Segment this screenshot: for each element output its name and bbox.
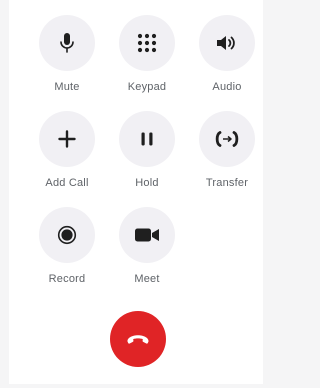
meet-control: Meet xyxy=(107,207,187,286)
audio-control: Audio xyxy=(187,15,267,94)
hang-up-icon xyxy=(125,333,151,345)
record-label: Record xyxy=(48,273,86,285)
microphone-icon xyxy=(57,32,77,54)
audio-label: Audio xyxy=(212,81,242,93)
add-call-label: Add Call xyxy=(45,177,89,189)
hold-label: Hold xyxy=(135,177,159,189)
transfer-icon xyxy=(214,130,240,148)
add-call-control: Add Call xyxy=(27,111,107,190)
mute-control: Mute xyxy=(27,15,107,94)
meet-button[interactable] xyxy=(119,207,175,263)
video-camera-icon xyxy=(134,227,160,243)
transfer-label: Transfer xyxy=(205,177,249,189)
hold-button[interactable] xyxy=(119,111,175,167)
hold-control: Hold xyxy=(107,111,187,190)
speaker-icon xyxy=(215,33,239,53)
mute-label: Mute xyxy=(54,81,80,93)
record-icon xyxy=(57,225,77,245)
mute-button[interactable] xyxy=(39,15,95,71)
keypad-button[interactable] xyxy=(119,15,175,71)
transfer-control: Transfer xyxy=(187,111,267,190)
dialpad-icon xyxy=(137,33,157,53)
keypad-control: Keypad xyxy=(107,15,187,94)
record-control: Record xyxy=(27,207,107,286)
call-controls-panel: Mute Keypad Audio Add Call Hold Transfer… xyxy=(9,0,263,384)
add-call-button[interactable] xyxy=(39,111,95,167)
transfer-button[interactable] xyxy=(199,111,255,167)
record-button[interactable] xyxy=(39,207,95,263)
keypad-label: Keypad xyxy=(127,81,167,93)
pause-icon xyxy=(139,131,155,147)
end-call-button[interactable] xyxy=(110,311,166,367)
plus-icon xyxy=(58,130,76,148)
meet-label: Meet xyxy=(134,273,160,285)
audio-button[interactable] xyxy=(199,15,255,71)
